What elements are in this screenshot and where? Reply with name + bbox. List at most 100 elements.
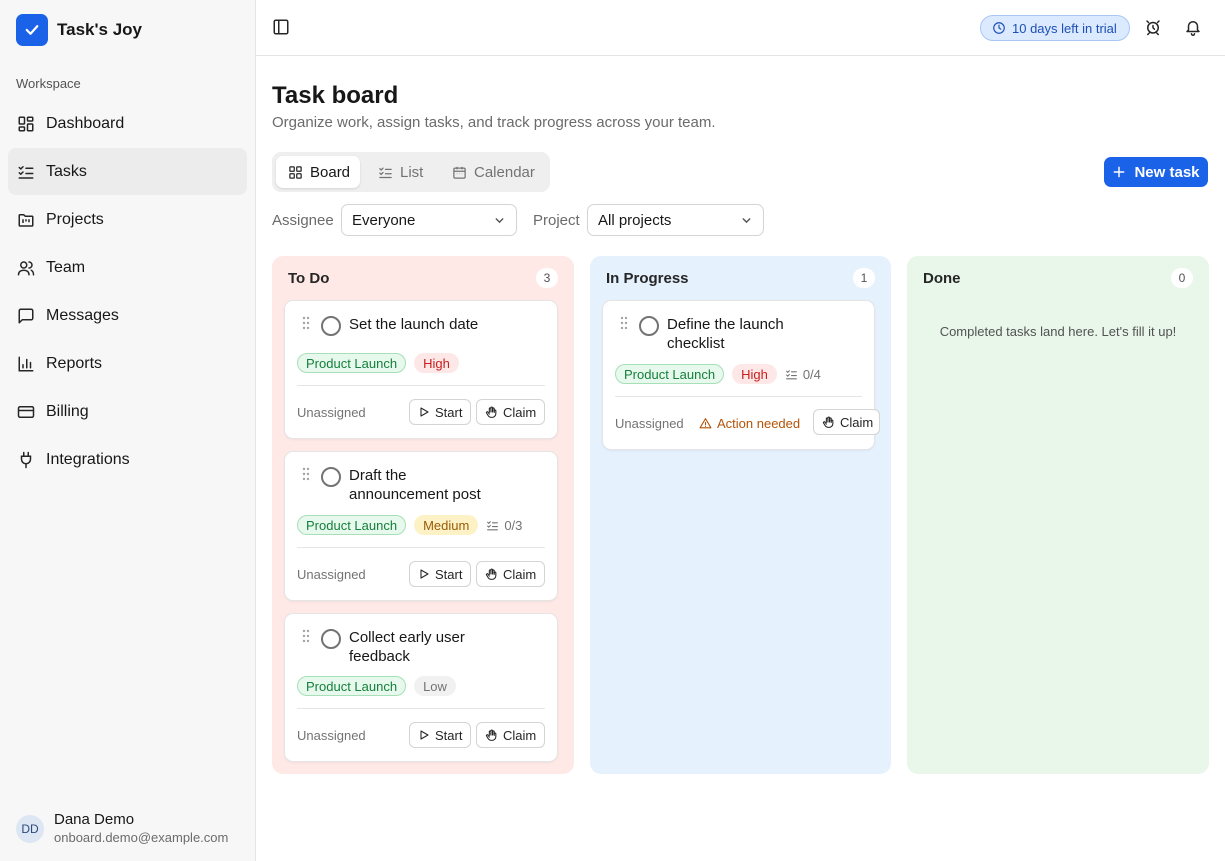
assignee-text: Unassigned <box>297 728 366 743</box>
start-button[interactable]: Start <box>409 561 472 587</box>
priority-tag: Low <box>414 676 456 696</box>
chevron-down-icon <box>493 214 506 231</box>
list-checks-icon <box>16 162 36 182</box>
divider <box>297 385 545 386</box>
credit-card-icon <box>16 402 36 422</box>
sidebar-item-dashboard[interactable]: Dashboard <box>8 100 247 147</box>
check-logo-icon <box>16 14 48 46</box>
clock-icon <box>992 21 1006 35</box>
sidebar-item-label: Integrations <box>46 450 130 468</box>
task-title: Collect early user feedback <box>349 629 465 665</box>
tab-board[interactable]: Board <box>276 156 360 188</box>
tab-calendar[interactable]: Calendar <box>440 156 547 188</box>
sidebar-item-label: Projects <box>46 210 104 228</box>
priority-tag: High <box>732 364 777 384</box>
brand[interactable]: Task's Joy <box>16 14 142 46</box>
subtasks-text: 0/4 <box>802 366 821 382</box>
sidebar-item-messages[interactable]: Messages <box>8 292 247 339</box>
column-title: To Do <box>288 270 330 287</box>
project-tag: Product Launch <box>297 353 407 373</box>
alarm-clock-icon[interactable] <box>1144 18 1164 38</box>
tab-label: Board <box>310 163 351 181</box>
task-card[interactable]: Draft the announcement post Product Laun… <box>284 451 558 601</box>
sidebar-item-label: Reports <box>46 354 103 372</box>
priority-tag: Medium <box>414 515 479 535</box>
action-needed-text: Action needed <box>717 416 801 431</box>
empty-column-message: Completed tasks land here. Let's fill it… <box>939 324 1177 339</box>
start-label: Start <box>435 727 463 743</box>
trial-badge[interactable]: 10 days left in trial <box>980 15 1130 41</box>
sidebar-item-tasks[interactable]: Tasks <box>8 148 247 195</box>
sidebar-item-label: Team <box>46 258 86 276</box>
drag-handle-icon[interactable] <box>301 467 311 486</box>
message-square-icon <box>16 306 36 326</box>
complete-checkbox[interactable] <box>321 467 341 487</box>
complete-checkbox[interactable] <box>321 316 341 336</box>
tab-label: List <box>400 163 424 181</box>
drag-handle-icon[interactable] <box>619 316 629 335</box>
user-profile[interactable]: DD Dana Demo onboard.demo@example.com <box>16 811 228 846</box>
user-name: Dana Demo <box>54 811 135 828</box>
column-title: Done <box>923 270 961 287</box>
sidebar-item-reports[interactable]: Reports <box>8 340 247 387</box>
hand-icon <box>822 416 835 429</box>
sidebar-toggle-icon[interactable] <box>272 18 292 38</box>
task-card[interactable]: Set the launch date Product Launch High … <box>284 300 558 439</box>
subtasks-count: 0/3 <box>486 518 522 533</box>
divider <box>297 708 545 709</box>
complete-checkbox[interactable] <box>321 629 341 649</box>
complete-checkbox[interactable] <box>639 316 659 336</box>
bar-chart-icon <box>16 354 36 374</box>
claim-button[interactable]: Claim <box>476 399 546 425</box>
list-checks-icon <box>378 165 393 180</box>
assignee-select-value: Everyone <box>352 211 416 229</box>
user-email: onboard.demo@example.com <box>54 830 229 845</box>
task-title: Define the launch checklist <box>667 316 784 352</box>
action-needed-status: Action needed <box>699 416 800 431</box>
assignee-text: Unassigned <box>615 416 684 431</box>
task-title: Set the launch date <box>349 316 479 333</box>
task-tags: Product Launch High <box>297 353 459 373</box>
start-label: Start <box>435 404 463 420</box>
users-icon <box>16 258 36 278</box>
column-done: Done 0 Completed tasks land here. Let's … <box>907 256 1209 774</box>
column-count: 3 <box>536 268 558 288</box>
claim-label: Claim <box>503 727 537 743</box>
sidebar-item-integrations[interactable]: Integrations <box>8 436 247 483</box>
project-filter-label: Project <box>533 212 580 229</box>
page-subtitle: Organize work, assign tasks, and track p… <box>272 114 716 131</box>
column-title: In Progress <box>606 270 689 287</box>
sidebar-item-projects[interactable]: Projects <box>8 196 247 243</box>
project-select[interactable]: All projects <box>587 204 764 236</box>
tab-label: Calendar <box>474 163 535 181</box>
assignee-select[interactable]: Everyone <box>341 204 517 236</box>
claim-button[interactable]: Claim <box>813 409 881 435</box>
warning-triangle-icon <box>699 417 712 430</box>
divider <box>615 396 862 397</box>
new-task-button[interactable]: New task <box>1104 157 1208 187</box>
subtasks-text: 0/3 <box>504 517 523 533</box>
start-button[interactable]: Start <box>409 722 472 748</box>
task-tags: Product Launch Low <box>297 676 456 696</box>
task-card[interactable]: Collect early user feedback Product Laun… <box>284 613 558 762</box>
priority-tag: High <box>414 353 459 373</box>
start-button[interactable]: Start <box>409 399 472 425</box>
drag-handle-icon[interactable] <box>301 316 311 335</box>
drag-handle-icon[interactable] <box>301 629 311 648</box>
list-checks-icon <box>486 519 499 532</box>
folder-kanban-icon <box>16 210 36 230</box>
tab-list[interactable]: List <box>366 156 435 188</box>
sidebar-nav: Dashboard Tasks Projects Team Messages R… <box>8 100 247 484</box>
bell-icon[interactable] <box>1184 18 1204 38</box>
claim-button[interactable]: Claim <box>476 561 546 587</box>
sidebar-item-label: Messages <box>46 306 119 324</box>
play-icon <box>418 406 430 418</box>
column-count: 1 <box>853 268 875 288</box>
layout-grid-icon <box>288 165 303 180</box>
task-card[interactable]: Define the launch checklist Product Laun… <box>602 300 881 450</box>
sidebar-item-team[interactable]: Team <box>8 244 247 291</box>
column-todo: To Do 3 Set the launch date Product Laun… <box>272 256 574 774</box>
project-tag: Product Launch <box>615 364 725 384</box>
claim-button[interactable]: Claim <box>476 722 546 748</box>
sidebar-item-billing[interactable]: Billing <box>8 388 247 435</box>
